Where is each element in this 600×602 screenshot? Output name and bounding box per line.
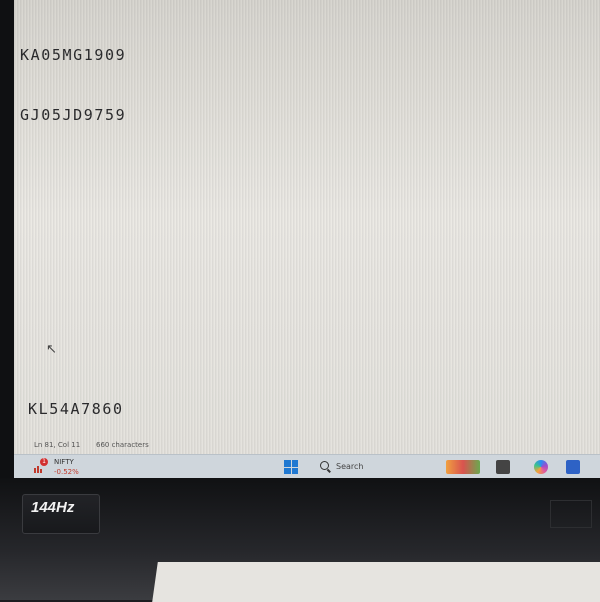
status-bar: Ln 81, Col 11 660 characters [14, 436, 600, 454]
windows-logo-pane [291, 460, 298, 467]
copilot-icon[interactable] [534, 460, 548, 474]
refresh-rate-label: 144Hz [31, 499, 75, 516]
laptop-bezel: 144Hz [0, 478, 600, 602]
brand-logo [550, 500, 592, 528]
widget-change: -0.52% [54, 468, 79, 476]
cursor-position: Ln 81, Col 11 [34, 441, 81, 449]
widget-title: NIFTY [54, 458, 74, 466]
teams-icon[interactable] [566, 460, 580, 474]
left-bezel [0, 0, 14, 490]
notification-badge: 1 [40, 458, 48, 466]
search-icon [320, 461, 329, 470]
text-line: KL54A7860 [28, 400, 124, 418]
text-line: GJ05JD9759 [20, 106, 127, 124]
paper-sheet [152, 562, 600, 602]
mouse-pointer-icon: ↖ [46, 342, 57, 357]
start-button[interactable] [284, 460, 298, 474]
market-widget[interactable]: 1 NIFTY -0.52% [32, 457, 92, 477]
windows-logo-pane [284, 460, 291, 467]
windows-logo-pane [284, 467, 291, 474]
character-count: 660 characters [96, 441, 149, 449]
taskbar: 1 NIFTY -0.52% Search [14, 454, 600, 478]
search-label: Search [336, 462, 364, 471]
refresh-rate-sticker: 144Hz [22, 494, 100, 534]
widgets-icon[interactable] [446, 460, 480, 474]
taskbar-search[interactable]: Search [318, 459, 428, 475]
windows-logo-pane [291, 467, 298, 474]
file-explorer-icon[interactable] [496, 460, 510, 474]
text-line: KA05MG1909 [20, 46, 127, 64]
screen: KA05MG1909 GJ05JD9759 KL54A7860 ↖ Ln 81,… [14, 0, 600, 478]
notepad-editor[interactable]: KA05MG1909 GJ05JD9759 KL54A7860 ↖ [14, 0, 600, 435]
